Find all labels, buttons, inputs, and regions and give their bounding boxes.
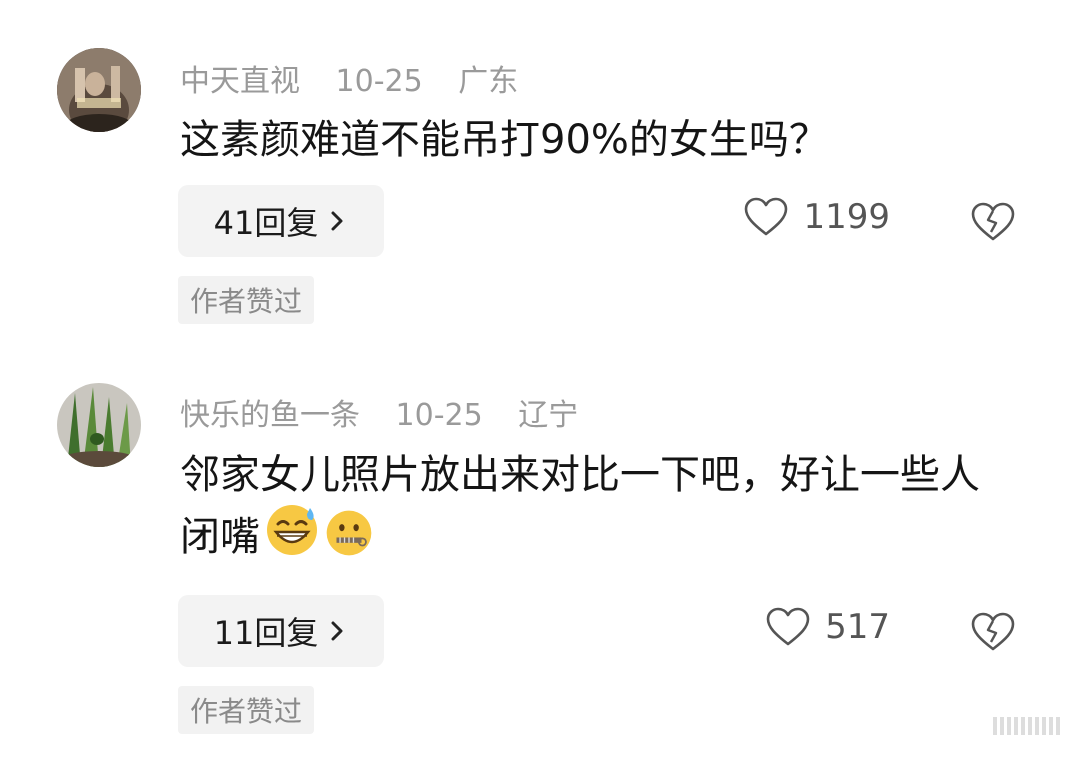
grinning-sweat-emoji bbox=[267, 505, 317, 555]
comment-location: 辽宁 bbox=[518, 398, 579, 433]
comment-meta: 快乐的鱼一条 10-25 辽宁 bbox=[180, 390, 604, 434]
replies-button[interactable]: 41回复 bbox=[178, 185, 384, 257]
replies-button[interactable]: 11回复 bbox=[178, 595, 384, 667]
chevron-right-icon bbox=[331, 621, 343, 641]
zipper-mouth-emoji bbox=[326, 510, 372, 556]
heart-icon bbox=[745, 197, 788, 236]
comment-text: 这素颜难道不能吊打90%的女生吗？ bbox=[180, 115, 1010, 165]
author-liked-badge: 作者赞过 bbox=[178, 686, 315, 734]
username[interactable]: 快乐的鱼一条 bbox=[180, 398, 360, 433]
avatar[interactable] bbox=[57, 48, 141, 132]
username[interactable]: 中天直视 bbox=[180, 64, 300, 99]
broken-heart-icon[interactable] bbox=[970, 201, 1016, 243]
author-liked-label: 作者赞过 bbox=[190, 285, 303, 318]
broken-heart-icon[interactable] bbox=[970, 611, 1016, 653]
replies-label: 41回复 bbox=[213, 204, 319, 242]
author-liked-badge: 作者赞过 bbox=[178, 276, 315, 324]
watermark-bars bbox=[993, 717, 1060, 735]
heart-icon bbox=[766, 607, 810, 646]
like-count: 1199 bbox=[803, 197, 890, 237]
like-button[interactable]: 1199 bbox=[743, 196, 890, 238]
like-button[interactable]: 517 bbox=[765, 606, 890, 648]
chevron-right-icon bbox=[331, 211, 343, 231]
replies-label: 11回复 bbox=[213, 614, 319, 652]
comment-body: 这素颜难道不能吊打90%的女生吗？ bbox=[180, 117, 829, 163]
author-liked-label: 作者赞过 bbox=[190, 695, 303, 728]
comment-text: 邻家女儿照片放出来对比一下吧，好让一些人闭嘴 bbox=[180, 448, 1010, 564]
comment-meta: 中天直视 10-25 广东 bbox=[180, 56, 544, 100]
comment-date: 10-25 bbox=[335, 64, 423, 99]
avatar[interactable] bbox=[57, 383, 141, 467]
comment-location: 广东 bbox=[458, 64, 519, 99]
comment-date: 10-25 bbox=[395, 398, 483, 433]
like-count: 517 bbox=[825, 607, 890, 647]
